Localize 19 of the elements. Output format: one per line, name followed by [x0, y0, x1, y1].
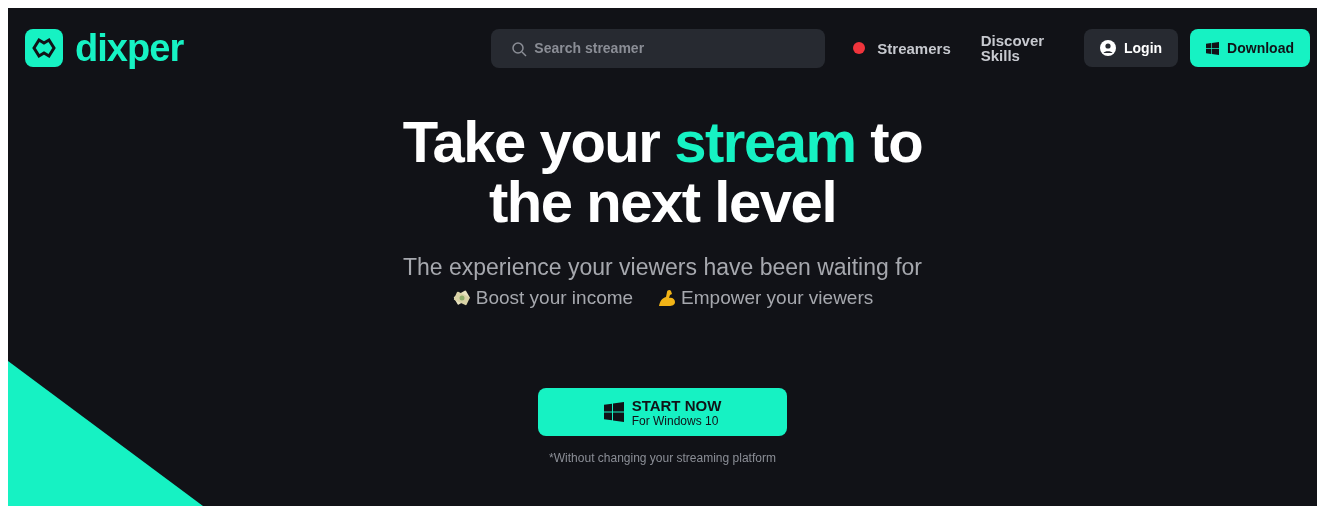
logo-icon [25, 29, 63, 67]
headline: Take your stream to the next level [402, 112, 923, 232]
search-icon [511, 40, 528, 57]
footnote: *Without changing your streaming platform [549, 450, 776, 467]
download-button[interactable]: Download [1190, 29, 1310, 67]
nav-link[interactable]: Discover Skills [980, 33, 1045, 63]
login-button[interactable]: Login [1084, 29, 1179, 67]
flexed-arm-icon [657, 288, 678, 308]
nav-link[interactable]: Streamers [853, 40, 951, 56]
logo-text: dixper [75, 29, 184, 67]
start-now-button[interactable]: START NOW For Windows 10 [538, 388, 787, 436]
user-icon [1100, 40, 1116, 56]
search-field[interactable]: Search streamer [491, 28, 826, 68]
subtitle: The experience your viewers have been waiting for [402, 253, 923, 282]
feature-text: Empower your viewers [681, 286, 874, 310]
windows-icon [1206, 41, 1220, 55]
feature-text: Boost your income [475, 286, 634, 310]
windows-icon [603, 402, 624, 422]
money-icon [451, 288, 472, 308]
